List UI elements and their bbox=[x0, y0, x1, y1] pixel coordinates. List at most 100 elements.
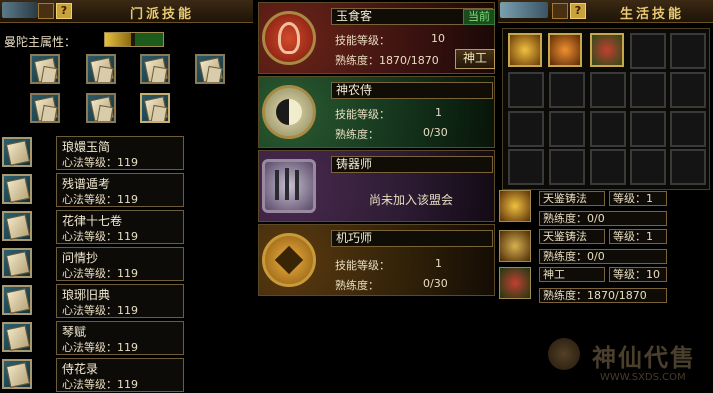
yin-yang-shape bbox=[276, 99, 302, 125]
proficiency-value: 0/30 bbox=[423, 277, 448, 290]
empty-slot[interactable] bbox=[508, 72, 544, 108]
life-skill-proficiency: 熟练度：0/0 bbox=[539, 211, 667, 226]
skill-level: 心法等级：119 bbox=[62, 156, 138, 169]
skill-name: 花律十七卷 bbox=[62, 214, 123, 228]
orb-skill-icon[interactable] bbox=[590, 33, 624, 67]
help-button[interactable]: ? bbox=[56, 3, 72, 19]
skill-card-5[interactable]: 琅琊旧典 心法等级：119 bbox=[56, 284, 184, 318]
skill-card-6[interactable]: 琴赋 心法等级：119 bbox=[56, 321, 184, 355]
skill-grid-slot-6[interactable] bbox=[86, 93, 116, 123]
empty-slot[interactable] bbox=[590, 111, 626, 147]
life-skill-name: 天鉴铸法 bbox=[539, 191, 605, 206]
page-icon bbox=[205, 65, 223, 82]
skill-grid-slot-1[interactable] bbox=[30, 54, 60, 84]
life-skill-level: 等级：1 bbox=[609, 191, 667, 206]
skill-card-1[interactable]: 琅嬛玉简 心法等级：119 bbox=[56, 136, 184, 170]
empty-slot[interactable] bbox=[670, 149, 706, 185]
panel-close-button[interactable] bbox=[38, 3, 54, 19]
empty-slot[interactable] bbox=[508, 149, 544, 185]
watermark-url: WWW.SXDS.COM bbox=[600, 372, 686, 383]
skill-level: 心法等级：119 bbox=[62, 341, 138, 354]
attribute-bar-green bbox=[135, 33, 163, 46]
weapon-rack-emblem-icon bbox=[262, 159, 316, 213]
life-skill-level: 等级：1 bbox=[609, 229, 667, 244]
skill-card-4[interactable]: 问情抄心法等级：119 bbox=[56, 247, 184, 281]
proficiency-label: 熟练度： bbox=[335, 279, 379, 292]
forge-skill-icon[interactable] bbox=[548, 33, 582, 67]
profession-name: 神农侍 bbox=[331, 82, 493, 99]
not-joined-status: 尚未加入该盟会 bbox=[369, 193, 454, 207]
life-skill-proficiency: 熟练度：0/0 bbox=[539, 249, 667, 264]
book-icon bbox=[5, 140, 31, 166]
proficiency-value: 0/30 bbox=[423, 126, 448, 139]
skill-level: 心法等级：119 bbox=[62, 193, 138, 206]
forge-skill-icon[interactable] bbox=[508, 33, 542, 67]
skill-list-icon-7[interactable] bbox=[2, 359, 32, 389]
attribute-label: 曼陀主属性： bbox=[4, 35, 77, 49]
empty-slot[interactable] bbox=[630, 149, 666, 185]
book-icon bbox=[5, 214, 31, 240]
skill-card-7[interactable]: 侍花录 心法等级：119 bbox=[56, 358, 184, 392]
empty-slot[interactable] bbox=[670, 72, 706, 108]
forge-skill-icon[interactable] bbox=[499, 230, 531, 262]
page-icon bbox=[150, 104, 168, 121]
page-icon bbox=[96, 65, 114, 82]
skill-list-icon-2[interactable] bbox=[2, 174, 32, 204]
empty-slot[interactable] bbox=[508, 111, 544, 147]
skill-list-icon-6[interactable] bbox=[2, 322, 32, 352]
empty-slot[interactable] bbox=[670, 33, 706, 69]
empty-slot[interactable] bbox=[590, 149, 626, 185]
empty-slot[interactable] bbox=[590, 72, 626, 108]
book-icon bbox=[5, 362, 31, 388]
blade-shape bbox=[285, 168, 289, 200]
profession-card-1[interactable]: 玉食客 当前 技能等级： 10 熟练度：1870/1870 神工 bbox=[258, 2, 495, 74]
dragon-shape bbox=[278, 22, 300, 54]
blade-shape bbox=[275, 170, 279, 200]
empty-slot[interactable] bbox=[549, 149, 585, 185]
empty-slot[interactable] bbox=[630, 33, 666, 69]
dragon-emblem-icon bbox=[262, 11, 316, 65]
empty-slot[interactable] bbox=[549, 72, 585, 108]
skill-card-3[interactable]: 花律十七卷 心法等级：119 bbox=[56, 210, 184, 244]
skill-grid-slot-4[interactable] bbox=[195, 54, 225, 84]
page-icon bbox=[96, 104, 114, 121]
empty-slot[interactable] bbox=[630, 72, 666, 108]
profession-card-2[interactable]: 神农侍 技能等级： 1 熟练度： 0/30 bbox=[258, 76, 495, 148]
skill-name: 侍花录 bbox=[62, 362, 99, 376]
orb-skill-icon[interactable] bbox=[499, 267, 531, 299]
skill-list-icon-5[interactable] bbox=[2, 285, 32, 315]
life-skill-name: 神工 bbox=[539, 267, 605, 282]
empty-slot[interactable] bbox=[549, 111, 585, 147]
right-panel-close-button[interactable] bbox=[552, 3, 568, 19]
skill-grid-slot-7[interactable] bbox=[140, 93, 170, 123]
skill-grid-slot-5[interactable] bbox=[30, 93, 60, 123]
profession-card-4[interactable]: 机巧师 技能等级： 1 熟练度： 0/30 bbox=[258, 224, 495, 296]
skill-level-value: 10 bbox=[431, 32, 445, 45]
book-icon bbox=[5, 177, 31, 203]
skill-grid-slot-2[interactable] bbox=[86, 54, 116, 84]
skill-list-icon-3[interactable] bbox=[2, 211, 32, 241]
book-icon bbox=[5, 251, 31, 277]
gear-emblem-icon bbox=[262, 233, 316, 287]
skill-grid-slot-3[interactable] bbox=[140, 54, 170, 84]
skill-list-icon-1[interactable] bbox=[2, 137, 32, 167]
skill-list-icon-4[interactable] bbox=[2, 248, 32, 278]
shengong-button[interactable]: 神工 bbox=[455, 49, 495, 69]
forge-skill-icon[interactable] bbox=[499, 190, 531, 222]
empty-slot[interactable] bbox=[630, 111, 666, 147]
right-corner-ornament bbox=[500, 2, 548, 18]
skill-name: 问情抄 bbox=[62, 251, 99, 265]
gear-shape bbox=[274, 245, 304, 275]
blade-shape bbox=[295, 170, 299, 200]
page-icon bbox=[40, 65, 58, 82]
life-skill-name: 天鉴铸法 bbox=[539, 229, 605, 244]
skill-level: 心法等级：119 bbox=[62, 267, 138, 280]
profession-card-3[interactable]: 铸器师 尚未加入该盟会 bbox=[258, 150, 495, 222]
empty-slot[interactable] bbox=[670, 111, 706, 147]
profession-name: 机巧师 bbox=[331, 230, 493, 247]
skill-level-value: 1 bbox=[435, 257, 442, 270]
skill-card-2[interactable]: 残谱遁考 心法等级：119 bbox=[56, 173, 184, 207]
right-help-button[interactable]: ? bbox=[570, 3, 586, 19]
panel-title: 门派技能 bbox=[130, 7, 195, 22]
skill-level-label: 技能等级： bbox=[335, 259, 390, 272]
